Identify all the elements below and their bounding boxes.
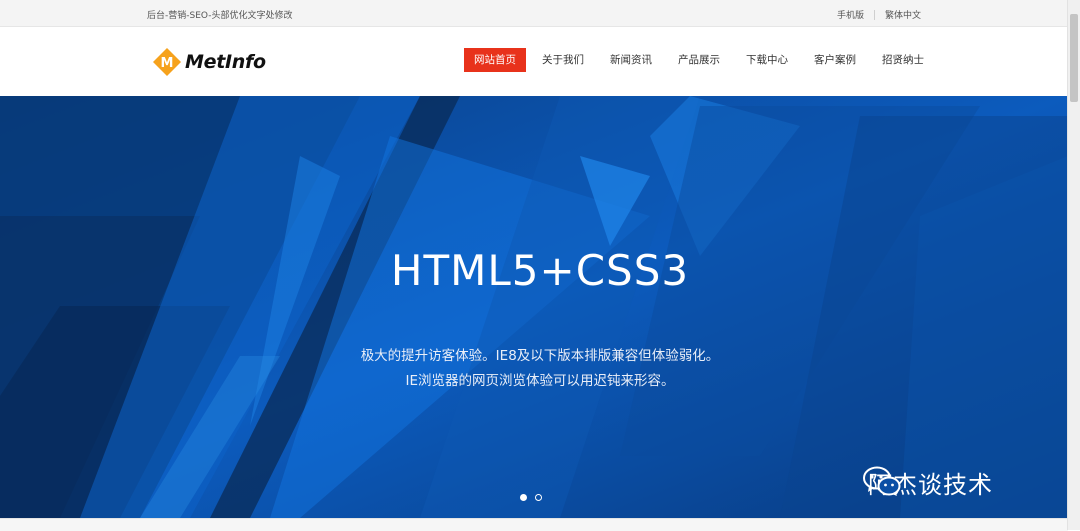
site-logo[interactable]: M MetInfo bbox=[152, 47, 266, 77]
nav-item-downloads[interactable]: 下载中心 bbox=[736, 48, 798, 72]
hero-background bbox=[0, 96, 1068, 518]
nav-item-cases[interactable]: 客户案例 bbox=[804, 48, 866, 72]
traditional-chinese-link[interactable]: 繁体中文 bbox=[885, 8, 921, 21]
scrollbar[interactable] bbox=[1067, 0, 1080, 530]
hero-subtitle: 极大的提升访客体验。IE8及以下版本排版兼容但体验弱化。 IE浏览器的网页浏览体… bbox=[0, 344, 1068, 394]
hero-subtitle-line-1: 极大的提升访客体验。IE8及以下版本排版兼容但体验弱化。 bbox=[360, 348, 720, 364]
hero-subtitle-line-2: IE浏览器的网页浏览体验可以用迟钝来形容。 bbox=[405, 373, 675, 389]
top-bar: 后台-营销-SEO-头部优化文字处修改 手机版 繁体中文 bbox=[0, 0, 1068, 27]
site-header: M MetInfo 网站首页 关于我们 新闻资讯 产品展示 下载中心 客户案例 … bbox=[0, 27, 1068, 97]
logo-mark-icon: M bbox=[152, 47, 182, 77]
watermark: 阿杰谈技术 bbox=[862, 465, 993, 500]
nav-item-home[interactable]: 网站首页 bbox=[464, 48, 526, 72]
nav-item-news[interactable]: 新闻资讯 bbox=[600, 48, 662, 72]
slide-indicators bbox=[520, 494, 550, 501]
logo-mark-letter: M bbox=[161, 56, 174, 71]
slide-dot-1[interactable] bbox=[520, 494, 527, 501]
nav-item-about[interactable]: 关于我们 bbox=[532, 48, 594, 72]
hero-banner[interactable]: HTML5+CSS3 极大的提升访客体验。IE8及以下版本排版兼容但体验弱化。 … bbox=[0, 96, 1068, 518]
hero-title: HTML5+CSS3 bbox=[390, 246, 690, 295]
nav-item-products[interactable]: 产品展示 bbox=[668, 48, 730, 72]
top-links: 手机版 繁体中文 bbox=[837, 8, 921, 21]
wechat-icon bbox=[863, 466, 901, 496]
slide-dot-2[interactable] bbox=[535, 494, 542, 501]
divider bbox=[873, 9, 875, 20]
nav-item-jobs[interactable]: 招贤纳士 bbox=[872, 48, 934, 72]
scrollbar-thumb[interactable] bbox=[1070, 14, 1078, 102]
logo-wordmark: MetInfo bbox=[185, 51, 266, 73]
main-nav: 网站首页 关于我们 新闻资讯 产品展示 下载中心 客户案例 招贤纳士 bbox=[464, 48, 940, 72]
mobile-version-link[interactable]: 手机版 bbox=[837, 8, 864, 21]
top-tagline: 后台-营销-SEO-头部优化文字处修改 bbox=[147, 11, 293, 21]
page-bottom-strip bbox=[0, 518, 1068, 531]
